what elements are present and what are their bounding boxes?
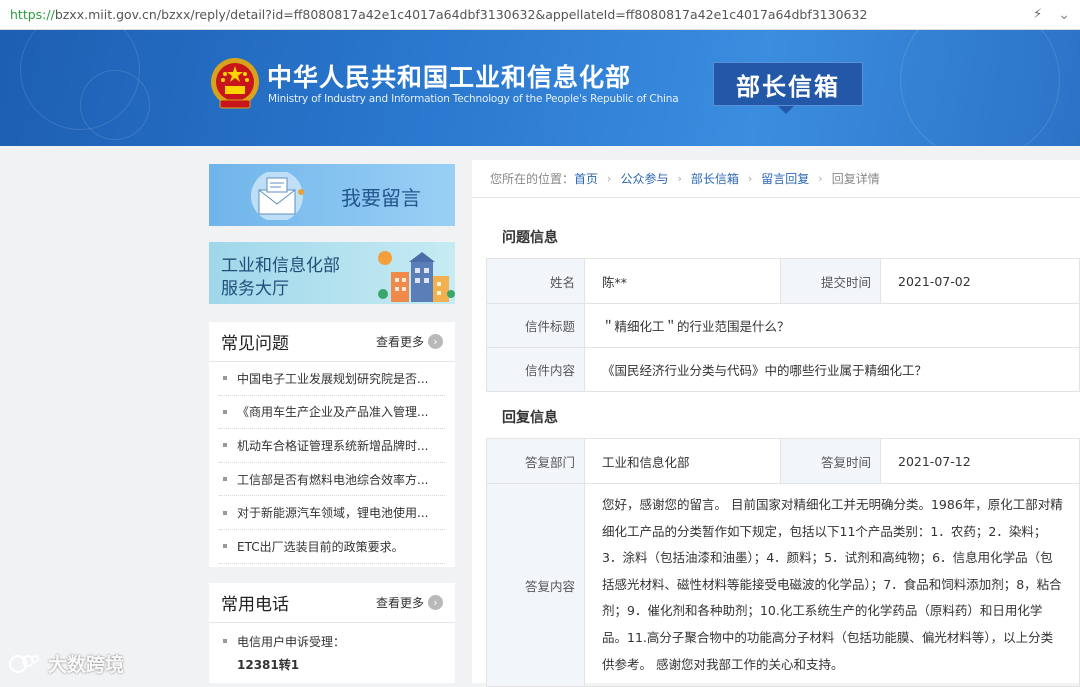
faq-item[interactable]: 对于新能源汽车领域，锂电池使用... xyxy=(219,496,445,530)
bolt-icon[interactable]: ⚡ xyxy=(1033,7,1042,22)
reply-time-value: 2021-07-12 xyxy=(880,438,1080,484)
faq-item[interactable]: 机动车合格证管理系统新增品牌时... xyxy=(219,429,445,463)
subject-value: ＂精细化工＂的行业范围是什么？ xyxy=(584,303,1080,348)
question-table: 姓名 陈** 提交时间 2021-07-02 信件标题 ＂精细化工＂的行业范围是… xyxy=(486,258,1080,392)
breadcrumb-home[interactable]: 首页 xyxy=(574,170,598,187)
banner-decoration xyxy=(80,70,150,140)
building-illustration-icon xyxy=(378,251,455,302)
faq-item[interactable]: ETC出厂选装目前的政策要求。 xyxy=(219,530,445,564)
service-hall-link[interactable]: 工业和信息化部 服务大厅 xyxy=(209,242,455,304)
bullet-icon xyxy=(223,477,227,482)
reply-section-title: 回复信息 xyxy=(502,410,558,426)
breadcrumb-public-participation[interactable]: 公众参与 xyxy=(620,170,668,187)
phone-label: 电信用户申诉受理： xyxy=(237,635,346,649)
breadcrumb: 您所在的位置： 首页 › 公众参与 › 部长信箱 › 留言回复 › 回复详情 xyxy=(472,160,1080,198)
breadcrumb-current: 回复详情 xyxy=(831,172,880,186)
reply-dept-label: 答复部门 xyxy=(486,438,585,484)
chevron-right-icon: › xyxy=(428,595,443,610)
address-url[interactable]: https://bzxx.miit.gov.cn/bzxx/reply/deta… xyxy=(10,7,867,22)
breadcrumb-separator: › xyxy=(747,172,753,185)
name-label: 姓名 xyxy=(486,258,585,304)
faq-item[interactable]: 《商用车生产企业及产品准入管理... xyxy=(219,396,445,430)
subject-label: 信件标题 xyxy=(486,303,585,348)
phone-number: 12381转1 xyxy=(237,658,300,672)
submit-time-label: 提交时间 xyxy=(780,258,881,304)
content-label: 信件内容 xyxy=(486,347,585,392)
leave-message-button[interactable]: 我要留言 xyxy=(209,164,455,226)
phones-title: 常用电话 xyxy=(221,595,289,615)
faq-title: 常见问题 xyxy=(221,334,289,354)
phone-item: 电信用户申诉受理： 12381转1 xyxy=(209,623,455,683)
mail-envelope-icon xyxy=(251,172,304,220)
faq-item[interactable]: 中国电子工业发展规划研究院是否... xyxy=(219,362,445,396)
watermark-text: 大数跨境 xyxy=(48,654,125,676)
site-banner: 中华人民共和国工业和信息化部 Ministry of Industry and … xyxy=(0,30,1080,146)
breadcrumb-minister-mailbox[interactable]: 部长信箱 xyxy=(691,170,739,187)
breadcrumb-separator: › xyxy=(607,172,612,185)
watermark-logo-icon xyxy=(8,654,39,673)
reply-time-label: 答复时间 xyxy=(780,438,881,484)
banner-decoration xyxy=(900,30,1060,146)
chevron-right-icon: › xyxy=(428,334,443,349)
content-value: 《国民经济行业分类与代码》中的哪些行业属于精细化工？ xyxy=(584,347,1080,392)
main-content: 您所在的位置： 首页 › 公众参与 › 部长信箱 › 留言回复 › 回复详情 问… xyxy=(472,160,1080,687)
service-hall-line1: 工业和信息化部 xyxy=(221,256,340,276)
bullet-icon xyxy=(223,376,227,381)
phones-panel: 常用电话 查看更多 › 电信用户申诉受理： 12381转1 xyxy=(209,583,455,683)
faq-panel: 常见问题 查看更多 › 中国电子工业发展规划研究院是否... 《商用车生产企业及产… xyxy=(209,322,455,567)
site-title-cn[interactable]: 中华人民共和国工业和信息化部 xyxy=(267,58,631,94)
address-bar[interactable]: https://bzxx.miit.gov.cn/bzxx/reply/deta… xyxy=(0,0,1080,30)
bullet-icon xyxy=(223,544,227,549)
service-hall-line2: 服务大厅 xyxy=(221,279,289,299)
reply-table: 答复部门 工业和信息化部 答复时间 2021-07-12 答复内容 您好，感谢您… xyxy=(486,438,1080,687)
breadcrumb-prefix: 您所在的位置： xyxy=(490,172,575,186)
leave-message-label: 我要留言 xyxy=(341,186,421,210)
phones-more-link[interactable]: 查看更多 › xyxy=(376,594,443,611)
bullet-icon xyxy=(223,510,227,515)
mailbox-pointer xyxy=(778,106,794,114)
submit-time-value: 2021-07-02 xyxy=(880,258,1080,304)
watermark: 大数跨境 xyxy=(8,650,124,677)
reply-dept-value: 工业和信息化部 xyxy=(584,438,781,484)
site-title-en: Ministry of Industry and Information Tec… xyxy=(268,93,679,105)
phones-panel-header: 常用电话 查看更多 › xyxy=(209,583,455,623)
faq-list: 中国电子工业发展规划研究院是否... 《商用车生产企业及产品准入管理... 机动… xyxy=(209,362,455,564)
bullet-icon xyxy=(223,409,227,414)
faq-panel-header: 常见问题 查看更多 › xyxy=(209,322,455,362)
question-section-title: 问题信息 xyxy=(502,230,558,246)
faq-more-link[interactable]: 查看更多 › xyxy=(376,333,443,350)
bullet-icon xyxy=(223,443,227,448)
reply-content-value: 您好，感谢您的留言。 目前国家对精细化工并无明确分类。1986年，原化工部对精细… xyxy=(584,482,1080,687)
minister-mailbox-title: 部长信箱 xyxy=(713,62,863,106)
chevron-down-icon[interactable]: ⌄ xyxy=(1058,7,1070,23)
reply-content-label: 答复内容 xyxy=(486,482,585,687)
bullet-icon xyxy=(223,639,227,643)
name-value: 陈** xyxy=(584,258,781,304)
national-emblem-icon[interactable] xyxy=(210,56,260,112)
faq-item[interactable]: 工信部是否有燃料电池综合效率方... xyxy=(219,463,445,497)
breadcrumb-separator: › xyxy=(677,172,682,185)
breadcrumb-separator: › xyxy=(818,172,823,185)
breadcrumb-replies[interactable]: 留言回复 xyxy=(761,170,809,187)
